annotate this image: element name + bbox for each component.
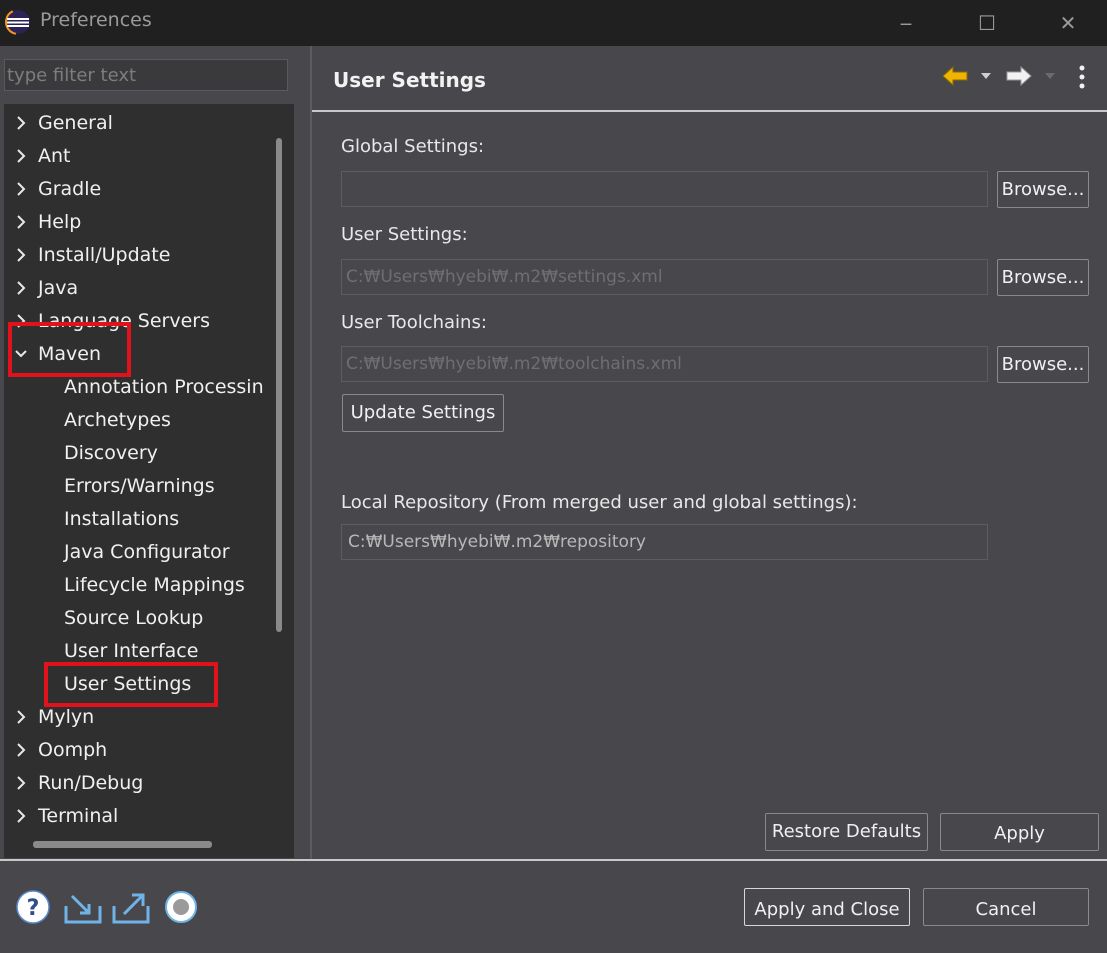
apply-and-close-button[interactable]: Apply and Close bbox=[744, 888, 910, 926]
tree-horizontal-scrollbar[interactable] bbox=[33, 841, 212, 848]
tree-item-label: General bbox=[38, 112, 113, 134]
filter-input[interactable] bbox=[4, 59, 288, 91]
highlight-box bbox=[8, 322, 131, 377]
user-settings-browse-button[interactable]: Browse... bbox=[997, 259, 1089, 296]
local-repository-field: C:₩Users₩hyebi₩.m2₩repository bbox=[341, 524, 988, 560]
cancel-button[interactable]: Cancel bbox=[923, 888, 1089, 926]
tree-item-label: Lifecycle Mappings bbox=[64, 574, 245, 596]
chevron-right-icon bbox=[17, 149, 26, 163]
help-icon[interactable]: ? bbox=[16, 890, 50, 924]
window-title: Preferences bbox=[40, 9, 152, 31]
tree-vertical-scrollbar[interactable] bbox=[276, 138, 282, 632]
export-icon[interactable] bbox=[112, 890, 150, 924]
import-icon[interactable] bbox=[64, 890, 102, 924]
footer-separator bbox=[0, 859, 1107, 861]
tree-item-label: Installations bbox=[64, 508, 180, 530]
user-toolchains-browse-button[interactable]: Browse... bbox=[997, 346, 1089, 383]
tree-item-label: Oomph bbox=[38, 739, 108, 761]
back-arrow-icon[interactable] bbox=[940, 64, 970, 88]
tree-item-label: Errors/Warnings bbox=[64, 475, 215, 497]
chevron-right-icon bbox=[17, 116, 26, 130]
panel-divider bbox=[310, 46, 312, 860]
header-separator bbox=[312, 110, 1107, 112]
global-settings-label: Global Settings: bbox=[341, 136, 485, 157]
tree-item-label: Terminal bbox=[38, 805, 119, 827]
chevron-right-icon bbox=[17, 710, 26, 724]
tree-item-label: Discovery bbox=[64, 442, 158, 464]
global-settings-field[interactable] bbox=[341, 171, 988, 207]
maximize-button[interactable]: ☐ bbox=[967, 6, 1007, 40]
tree-item-label: Gradle bbox=[38, 178, 102, 200]
highlight-box bbox=[44, 662, 218, 707]
tree-item-label: Ant bbox=[38, 145, 71, 167]
tree-item-label: Help bbox=[38, 211, 82, 233]
chevron-right-icon bbox=[17, 809, 26, 823]
update-settings-button[interactable]: Update Settings bbox=[342, 394, 504, 432]
apply-button[interactable]: Apply bbox=[940, 813, 1099, 851]
tree-item-label: Java bbox=[38, 277, 79, 299]
chevron-right-icon bbox=[17, 776, 26, 790]
view-menu-icon[interactable] bbox=[1072, 63, 1092, 91]
preference-tree: General Ant Gradle Help Install/Update J… bbox=[4, 104, 294, 858]
svg-text:?: ? bbox=[27, 896, 40, 921]
eclipse-icon bbox=[5, 9, 31, 35]
chevron-right-icon bbox=[17, 743, 26, 757]
chevron-right-icon bbox=[17, 248, 26, 262]
user-settings-field[interactable]: C:₩Users₩hyebi₩.m2₩settings.xml bbox=[341, 259, 988, 295]
user-toolchains-field[interactable]: C:₩Users₩hyebi₩.m2₩toolchains.xml bbox=[341, 346, 988, 382]
global-browse-button[interactable]: Browse... bbox=[997, 171, 1089, 208]
tree-item-label: Run/Debug bbox=[38, 772, 144, 794]
record-icon[interactable] bbox=[164, 890, 198, 924]
local-repository-label: Local Repository (From merged user and g… bbox=[341, 492, 858, 513]
forward-dropdown-icon[interactable] bbox=[1042, 70, 1058, 82]
chevron-right-icon bbox=[17, 281, 26, 295]
back-dropdown-icon[interactable] bbox=[978, 70, 994, 82]
tree-item-label: Archetypes bbox=[64, 409, 171, 431]
tree-item-label: Source Lookup bbox=[64, 607, 204, 629]
close-button[interactable]: ✕ bbox=[1048, 6, 1088, 40]
page-title: User Settings bbox=[333, 68, 486, 92]
chevron-right-icon bbox=[17, 182, 26, 196]
minimize-button[interactable]: ‒ bbox=[886, 6, 926, 40]
title-bar bbox=[0, 0, 1107, 46]
user-settings-label: User Settings: bbox=[341, 224, 468, 245]
restore-defaults-button[interactable]: Restore Defaults bbox=[765, 813, 928, 851]
forward-arrow-icon[interactable] bbox=[1004, 64, 1034, 88]
tree-item-label: Java Configurator bbox=[64, 541, 230, 563]
user-toolchains-label: User Toolchains: bbox=[341, 312, 487, 333]
chevron-right-icon bbox=[17, 215, 26, 229]
tree-item-label: Install/Update bbox=[38, 244, 171, 266]
